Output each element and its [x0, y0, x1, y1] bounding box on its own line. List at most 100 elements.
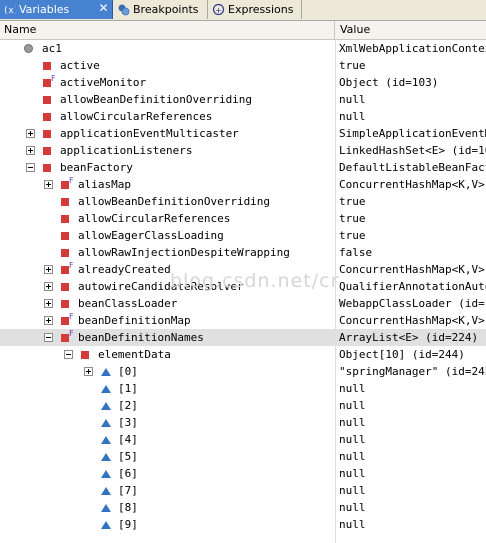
variable-row[interactable]: allowEagerClassLoading true — [0, 227, 486, 244]
expand-icon[interactable] — [44, 299, 53, 308]
tab-expressions[interactable]: + Expressions — [209, 0, 302, 19]
variable-name: [2] — [118, 399, 138, 412]
variable-name: [0] — [118, 365, 138, 378]
field-icon — [43, 147, 51, 155]
variable-value: DefaultListableBeanFactor — [339, 161, 486, 174]
variable-row[interactable]: allowBeanDefinitionOverriding null — [0, 91, 486, 108]
variable-row[interactable]: applicationListeners LinkedHashSet<E> (id… — [0, 142, 486, 159]
field-icon — [61, 283, 69, 291]
variable-name-cell: beanClassLoader — [0, 295, 335, 312]
variable-row[interactable]: [1] null — [0, 380, 486, 397]
variable-value: null — [339, 382, 366, 395]
variable-name-cell: allowBeanDefinitionOverriding — [0, 193, 335, 210]
variable-row[interactable]: ac1 XmlWebApplicationContext — [0, 40, 486, 57]
variable-row[interactable]: [5] null — [0, 448, 486, 465]
variable-row[interactable]: [4] null — [0, 431, 486, 448]
variable-value: ArrayList<E> (id=224) — [339, 331, 479, 344]
expand-icon[interactable] — [44, 316, 53, 325]
close-icon[interactable]: ✕ — [98, 2, 109, 14]
variable-name: autowireCandidateResolver — [78, 280, 244, 293]
field-icon — [61, 249, 69, 257]
value-column-header[interactable]: Value — [336, 21, 486, 39]
variable-value: XmlWebApplicationContext — [339, 42, 486, 55]
variable-name-cell: FactiveMonitor — [0, 74, 335, 91]
array-element-icon — [101, 504, 111, 512]
variable-name: allowCircularReferences — [60, 110, 213, 123]
variable-row[interactable]: allowCircularReferences true — [0, 210, 486, 227]
variable-name-cell: [2] — [0, 397, 335, 414]
variable-row[interactable]: [3] null — [0, 414, 486, 431]
variable-name-cell: [8] — [0, 499, 335, 516]
variable-name-cell: FbeanDefinitionMap — [0, 312, 335, 329]
final-modifier-icon: F — [69, 261, 74, 270]
variable-name-cell: FalreadyCreated — [0, 261, 335, 278]
variable-name: beanClassLoader — [78, 297, 178, 310]
field-icon — [61, 181, 69, 189]
variable-name-cell: allowEagerClassLoading — [0, 227, 335, 244]
tab-variables[interactable]: (x) Variables ✕ — [0, 0, 113, 19]
final-modifier-icon: F — [69, 329, 74, 338]
variable-row[interactable]: FbeanDefinitionNames ArrayList<E> (id=224… — [0, 329, 486, 346]
variable-row[interactable]: [2] null — [0, 397, 486, 414]
variable-row[interactable]: beanClassLoader WebappClassLoader (id=12 — [0, 295, 486, 312]
expand-icon[interactable] — [44, 180, 53, 189]
variable-row[interactable]: allowRawInjectionDespiteWrapping false — [0, 244, 486, 261]
field-icon — [43, 62, 51, 70]
variable-row[interactable]: autowireCandidateResolver QualifierAnnota… — [0, 278, 486, 295]
variable-row[interactable]: [0] "springManager" (id=245) — [0, 363, 486, 380]
variable-value: null — [339, 467, 366, 480]
variable-row[interactable]: [8] null — [0, 499, 486, 516]
collapse-icon[interactable] — [44, 333, 53, 342]
final-modifier-icon: F — [69, 176, 74, 185]
variable-name-cell: [7] — [0, 482, 335, 499]
variable-row[interactable]: [9] null — [0, 516, 486, 533]
variable-row[interactable]: allowBeanDefinitionOverriding true — [0, 193, 486, 210]
expand-icon[interactable] — [26, 146, 35, 155]
variable-value: LinkedHashSet<E> (id=109 — [339, 144, 486, 157]
variable-name-cell: [3] — [0, 414, 335, 431]
variable-name: [5] — [118, 450, 138, 463]
tab-breakpoints[interactable]: Breakpoints — [114, 0, 208, 19]
variable-row[interactable]: FalreadyCreated ConcurrentHashMap<K,V> — [0, 261, 486, 278]
variable-name: beanFactory — [60, 161, 133, 174]
variable-row[interactable]: FaliasMap ConcurrentHashMap<K,V> — [0, 176, 486, 193]
variable-name: beanDefinitionNames — [78, 331, 204, 344]
field-icon — [43, 164, 51, 172]
field-icon — [61, 266, 69, 274]
variable-row[interactable]: [6] null — [0, 465, 486, 482]
svg-text:+: + — [215, 6, 222, 15]
expand-icon[interactable] — [44, 265, 53, 274]
variable-name-cell: allowBeanDefinitionOverriding — [0, 91, 335, 108]
variable-name-cell: [4] — [0, 431, 335, 448]
variable-name-cell: [0] — [0, 363, 335, 380]
variable-value: null — [339, 450, 366, 463]
variable-row[interactable]: FactiveMonitor Object (id=103) — [0, 74, 486, 91]
variable-name-cell: FbeanDefinitionNames — [0, 329, 335, 346]
variable-row[interactable]: applicationEventMulticaster SimpleApplica… — [0, 125, 486, 142]
expand-icon[interactable] — [26, 129, 35, 138]
collapse-icon[interactable] — [26, 163, 35, 172]
variable-name: elementData — [98, 348, 171, 361]
expand-icon[interactable] — [44, 282, 53, 291]
variable-name-cell: active — [0, 57, 335, 74]
variable-value: null — [339, 433, 366, 446]
variable-row[interactable]: beanFactory DefaultListableBeanFactor — [0, 159, 486, 176]
collapse-icon[interactable] — [64, 350, 73, 359]
variable-row[interactable]: elementData Object[10] (id=244) — [0, 346, 486, 363]
expand-icon[interactable] — [84, 367, 93, 376]
variable-name-cell: applicationEventMulticaster — [0, 125, 335, 142]
variable-row[interactable]: [7] null — [0, 482, 486, 499]
variable-name-cell: [1] — [0, 380, 335, 397]
variable-value: ConcurrentHashMap<K,V> — [339, 263, 485, 276]
name-column-header[interactable]: Name — [0, 21, 335, 39]
variable-row[interactable]: FbeanDefinitionMap ConcurrentHashMap<K,V> — [0, 312, 486, 329]
variable-row[interactable]: active true — [0, 57, 486, 74]
variable-name: allowCircularReferences — [78, 212, 231, 225]
variable-name: [6] — [118, 467, 138, 480]
variable-name: ac1 — [42, 42, 62, 55]
field-icon — [61, 317, 69, 325]
variable-name-cell: allowCircularReferences — [0, 210, 335, 227]
variable-row[interactable]: allowCircularReferences null — [0, 108, 486, 125]
variable-name: [1] — [118, 382, 138, 395]
field-icon — [43, 113, 51, 121]
